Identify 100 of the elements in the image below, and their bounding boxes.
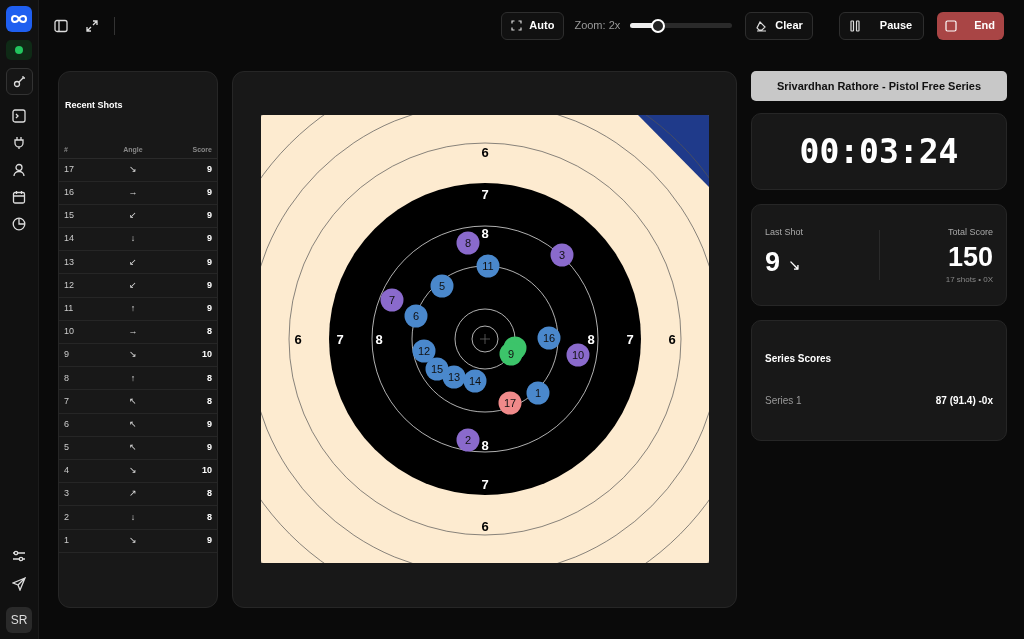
- panel-title: Recent Shots: [65, 99, 124, 112]
- table-cell-text: ↖: [128, 394, 138, 408]
- shot-summary: 17 shots • 0X: [945, 273, 993, 286]
- shot-marker[interactable]: 5: [430, 274, 453, 298]
- table-cell-text: 9: [206, 417, 212, 431]
- table-cell-text: 9: [206, 232, 212, 246]
- shot-marker[interactable]: 17: [498, 391, 521, 415]
- table-cell-text: ↗: [128, 487, 138, 501]
- table-cell-text: 8: [206, 394, 212, 408]
- table-cell-text: →: [127, 325, 139, 339]
- table-cell-text: ↑: [129, 371, 137, 385]
- corner-marker: [637, 115, 709, 187]
- zoom-label: Zoom: 2x: [574, 18, 621, 34]
- table-cell-text: 8: [206, 510, 212, 524]
- table-cell-text: ↘: [128, 464, 138, 478]
- shot-marker[interactable]: 9: [499, 342, 522, 366]
- last-shot-score: 9: [765, 245, 781, 279]
- shot-marker[interactable]: 3: [550, 243, 573, 267]
- ring-number: 8: [586, 331, 595, 347]
- table-cell-text: ↖: [128, 417, 138, 431]
- table-cell-text: ↙: [128, 278, 138, 292]
- pause-icon: [849, 19, 860, 32]
- table-cell-text: 3: [64, 487, 70, 501]
- table-cell-text: 13: [64, 255, 75, 269]
- table-cell-text: 8: [64, 371, 70, 385]
- table-cell-text: ↖: [128, 441, 138, 455]
- ring-number: 6: [293, 331, 302, 347]
- shot-marker[interactable]: 12: [412, 339, 435, 363]
- table-cell-text: ↑: [129, 301, 137, 315]
- ring-number: 8: [480, 225, 489, 241]
- terminal-icon[interactable]: [12, 109, 26, 123]
- table-cell-text: 10: [201, 464, 212, 478]
- ring-number: 6: [667, 331, 676, 347]
- table-cell-text: 10: [201, 348, 212, 362]
- table-cell-text: 9: [206, 278, 212, 292]
- shot-marker[interactable]: 6: [404, 304, 427, 328]
- auto-button[interactable]: Auto: [501, 11, 565, 40]
- table-cell-text: 15: [64, 209, 75, 223]
- ring-number: 8: [480, 437, 489, 453]
- shot-marker[interactable]: 8: [456, 231, 479, 255]
- user-icon[interactable]: [12, 163, 26, 177]
- shot-marker[interactable]: 16: [537, 326, 560, 350]
- ring-number: 8: [374, 331, 383, 347]
- timer-display: 00:03:24: [799, 130, 959, 173]
- ring-number: 7: [335, 331, 344, 347]
- end-button[interactable]: End: [937, 11, 1004, 40]
- table-cell-text: 2: [64, 510, 70, 524]
- table-cell-text: 8: [206, 487, 212, 501]
- settings-sliders-icon[interactable]: [12, 549, 26, 563]
- user-avatar[interactable]: SR: [6, 607, 32, 633]
- table-cell-text: 8: [206, 371, 212, 385]
- pause-button[interactable]: Pause: [838, 11, 925, 40]
- shot-marker[interactable]: 2: [456, 428, 479, 452]
- logo-icon[interactable]: [6, 6, 32, 32]
- shot-marker[interactable]: 10: [566, 343, 589, 367]
- table-cell-text: 9: [206, 301, 212, 315]
- sidebar-toggle-icon[interactable]: [54, 18, 68, 33]
- table-cell-text: 9: [206, 441, 212, 455]
- series-score: 87 (91.4) -0x: [935, 394, 993, 408]
- shot-marker[interactable]: 15: [425, 357, 448, 381]
- table-cell-text: 11: [64, 301, 75, 315]
- table-cell-text: 4: [64, 464, 70, 478]
- table-cell-text: 9: [206, 209, 212, 223]
- ring-number: 6: [480, 518, 489, 534]
- series-name: Series 1: [765, 394, 802, 408]
- shot-marker[interactable]: 14: [463, 369, 486, 393]
- table-cell-text: 14: [64, 232, 75, 246]
- table-cell-text: 9: [206, 162, 212, 176]
- connect-button[interactable]: [5, 68, 33, 95]
- zoom-slider[interactable]: [630, 17, 733, 34]
- table-cell-text: ↓: [129, 510, 137, 524]
- send-icon[interactable]: [12, 577, 26, 591]
- table-cell-text: →: [127, 186, 139, 200]
- table-cell-text: 12: [64, 278, 75, 292]
- table-cell-text: 10: [64, 325, 75, 339]
- table-cell-text: 9: [206, 186, 212, 200]
- table-cell-text: ↘: [128, 533, 138, 547]
- session-title: Srivardhan Rathore - Pistol Free Series: [751, 71, 1007, 101]
- shot-marker[interactable]: 7: [380, 288, 403, 312]
- ring-number: 6: [480, 144, 489, 160]
- ring-number: 7: [625, 331, 634, 347]
- total-score: 150: [947, 240, 993, 274]
- table-cell-text: ↙: [128, 209, 138, 223]
- pie-chart-icon[interactable]: [12, 217, 26, 231]
- focus-frame-icon: [511, 20, 523, 31]
- table-cell-text: ↓: [129, 232, 137, 246]
- table-cell-text: 9: [64, 348, 70, 362]
- ring-number: 7: [480, 476, 489, 492]
- table-cell-text: 16: [64, 186, 75, 200]
- table-cell-text: 5: [64, 441, 70, 455]
- center-cross-icon: [479, 333, 490, 345]
- expand-icon[interactable]: [86, 19, 98, 32]
- stat-label: Last Shot: [765, 226, 805, 239]
- shot-marker[interactable]: 11: [476, 254, 499, 278]
- shot-marker[interactable]: 1: [526, 381, 549, 405]
- ring-number: 7: [480, 186, 489, 202]
- stat-label: Total Score: [947, 226, 993, 239]
- table-cell-text: 8: [206, 325, 212, 339]
- calendar-icon[interactable]: [12, 190, 26, 204]
- clear-button[interactable]: Clear: [745, 11, 813, 40]
